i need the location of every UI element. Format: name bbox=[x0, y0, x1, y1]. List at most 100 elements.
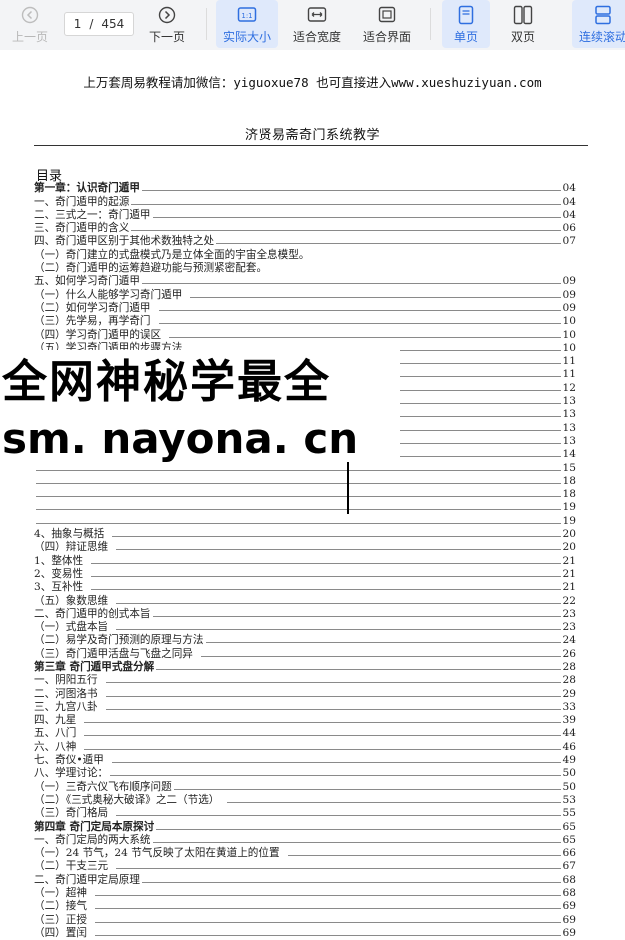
toc-entry-title: 二、河图洛书 bbox=[34, 687, 100, 701]
toc-entry-title: 二、奇门遁甲定局原理 bbox=[34, 873, 142, 887]
chevron-right-icon bbox=[158, 5, 176, 25]
prev-page-button[interactable]: 上一页 bbox=[6, 0, 54, 48]
toc-row[interactable]: 三、奇门遁甲的含义 06 bbox=[34, 222, 576, 236]
toc-entry-title: 五、如何学习奇门遁甲 bbox=[34, 275, 142, 289]
single-page-icon bbox=[458, 5, 474, 25]
toc-row[interactable]: 二、奇门遁甲的创式本旨 23 bbox=[34, 607, 576, 621]
toc-row[interactable]: 2、变易性 21 bbox=[34, 567, 576, 581]
continuous-scroll-button[interactable]: 连续滚动 bbox=[572, 0, 625, 48]
toc-row[interactable]: （四）学习奇门遁甲的误区 10 bbox=[34, 328, 576, 342]
toc-entry-title: 一、奇门遁甲的起源 bbox=[34, 195, 132, 209]
toc-row[interactable]: （三）奇门遁甲活盘与飞盘之同异 26 bbox=[34, 647, 576, 661]
toc-row[interactable]: 七、奇仪•遁甲 49 bbox=[34, 754, 576, 768]
toc-leader-line bbox=[200, 655, 561, 657]
toc-row[interactable]: 二、河图洛书 29 bbox=[34, 687, 576, 701]
toc-row[interactable]: （一）什么人能够学习奇门遁甲 09 bbox=[34, 288, 576, 302]
toc-entry-title: 七、奇仪•遁甲 bbox=[34, 754, 106, 768]
toc-row[interactable]: 四、九星 39 bbox=[34, 714, 576, 728]
fit-width-button[interactable]: 适合宽度 bbox=[286, 0, 348, 48]
toc-entry-title: 一、奇门定局的两大系统 bbox=[34, 833, 153, 847]
toc-row[interactable]: 18 bbox=[34, 488, 576, 501]
toc-leader-line bbox=[112, 536, 561, 538]
toc-leader-line bbox=[205, 642, 561, 644]
toc-entry-page: 28 bbox=[562, 674, 576, 687]
toc-row[interactable]: 一、奇门定局的两大系统 65 bbox=[34, 833, 576, 847]
fit-page-icon bbox=[377, 5, 397, 25]
toc-leader-line bbox=[158, 323, 561, 325]
toc-leader-line bbox=[152, 841, 561, 843]
toc-entry-title: 五、八门 bbox=[34, 727, 79, 741]
toc-row[interactable]: （二）易学及奇门预测的原理与方法 24 bbox=[34, 634, 576, 648]
toc-row[interactable]: 一、阴阳五行 28 bbox=[34, 674, 576, 688]
page-number-input[interactable]: 1 / 454 bbox=[64, 12, 134, 36]
toc-entry-page: 11 bbox=[562, 368, 576, 381]
double-page-button[interactable]: 双页 bbox=[498, 0, 548, 48]
toc-row[interactable]: （二）接气 69 bbox=[34, 900, 576, 914]
toc-row[interactable]: 3、互补性 21 bbox=[34, 581, 576, 595]
actual-size-button[interactable]: 1:1 实际大小 bbox=[216, 0, 278, 48]
toc-row[interactable]: 19 bbox=[34, 514, 576, 527]
toc-row[interactable]: 第一章：认识奇门遁甲 04 bbox=[34, 182, 576, 196]
toc-row[interactable]: （二）《三式奥秘大破译》之二（节选） 53 bbox=[34, 793, 576, 807]
toc-leader-line bbox=[190, 296, 561, 298]
toc-row[interactable]: 1、整体性 21 bbox=[34, 554, 576, 568]
toc-entry-title: （三）奇门遁甲活盘与飞盘之同异 bbox=[34, 647, 195, 661]
toc-row[interactable]: （三）正授 69 bbox=[34, 913, 576, 927]
toc-leader-line bbox=[105, 708, 561, 710]
toc-row[interactable]: （四）置闰 69 bbox=[34, 926, 576, 940]
toc-row[interactable]: （一）超神 68 bbox=[34, 887, 576, 901]
toc-row[interactable]: （二）如何学习奇门遁甲 09 bbox=[34, 301, 576, 315]
next-page-button[interactable]: 下一页 bbox=[142, 0, 192, 48]
toc-row[interactable]: （一）奇门建立的式盘模式乃是立体全面的宇宙全息模型。 bbox=[34, 248, 576, 262]
toc-row[interactable]: （一）24 节气，24 节气反映了太阳在黄道上的位置 66 bbox=[34, 847, 576, 861]
toc-entry-page: 12 bbox=[562, 381, 576, 394]
toc-row[interactable]: 4、抽象与概括 20 bbox=[34, 528, 576, 542]
table-of-contents: 第一章：认识奇门遁甲 04 一、奇门遁甲的起源 04 二、三式之一：奇门遁甲 04 三、奇门… bbox=[34, 182, 576, 940]
toc-leader-line bbox=[36, 482, 561, 484]
toc-entry-page: 28 bbox=[562, 660, 576, 673]
toc-entry-page: 20 bbox=[562, 528, 576, 541]
toc-entry-page: 44 bbox=[562, 727, 576, 740]
toc-row[interactable]: 二、奇门遁甲定局原理 68 bbox=[34, 873, 576, 887]
toc-row[interactable]: 18 bbox=[34, 475, 576, 488]
toc-row[interactable]: 五、八门 44 bbox=[34, 727, 576, 741]
toc-entry-page: 11 bbox=[562, 355, 576, 368]
fit-width-label: 适合宽度 bbox=[292, 30, 341, 44]
toc-leader-line bbox=[216, 243, 561, 245]
toc-row[interactable]: （五）象数思维 22 bbox=[34, 594, 576, 608]
toc-row[interactable]: 第三章 奇门遁甲式盘分解 28 bbox=[34, 660, 576, 674]
toc-leader-line bbox=[173, 788, 561, 790]
toc-row[interactable]: （四）辩证思维 20 bbox=[34, 541, 576, 555]
toc-row[interactable]: 一、奇门遁甲的起源 04 bbox=[34, 195, 576, 209]
toc-row[interactable]: （二）奇门遁甲的运筹趋避功能与预测紧密配套。 bbox=[34, 262, 576, 276]
toc-row[interactable]: 八、学理讨论： 50 bbox=[34, 767, 576, 781]
toc-entry-title: （三）先学易，再学奇门 bbox=[34, 315, 153, 329]
single-page-button[interactable]: 单页 bbox=[442, 0, 490, 48]
toc-entry-title: （二）如何学习奇门遁甲 bbox=[34, 301, 153, 315]
toc-leader-line bbox=[227, 801, 561, 803]
toc-row[interactable]: 三、九宫八卦 33 bbox=[34, 700, 576, 714]
toc-row[interactable]: 五、如何学习奇门遁甲 09 bbox=[34, 275, 576, 289]
title-rule bbox=[34, 145, 588, 146]
toc-row[interactable]: 四、奇门遁甲区别于其他术数独特之处 07 bbox=[34, 235, 576, 249]
toc-row[interactable]: （二）干支三元 67 bbox=[34, 860, 576, 874]
toc-row[interactable]: （三）奇门格局 55 bbox=[34, 807, 576, 821]
toc-entry-title: 1、整体性 bbox=[34, 554, 86, 568]
toc-leader-line bbox=[131, 203, 561, 205]
toc-entry-page: 04 bbox=[562, 208, 576, 221]
toc-entry-title: 八、学理讨论： bbox=[34, 767, 111, 781]
toc-row[interactable]: 二、三式之一：奇门遁甲 04 bbox=[34, 208, 576, 222]
toc-entry-page: 06 bbox=[562, 222, 576, 235]
toc-leader-line bbox=[111, 762, 561, 764]
toc-row[interactable]: 19 bbox=[34, 501, 576, 514]
toc-row[interactable]: （一）三奇六仪飞布顺序问题 50 bbox=[34, 780, 576, 794]
toc-row[interactable]: （三）先学易，再学奇门 10 bbox=[34, 315, 576, 329]
toc-row[interactable]: （一）式盘本旨 23 bbox=[34, 621, 576, 635]
toc-row[interactable]: 第四章 奇门定局本原探讨 65 bbox=[34, 820, 576, 834]
toc-row[interactable]: 六、八神 46 bbox=[34, 740, 576, 754]
fit-page-button[interactable]: 适合界面 bbox=[356, 0, 418, 48]
toc-entry-title: 第四章 奇门定局本原探讨 bbox=[34, 820, 157, 834]
toc-entry-title: 第三章 奇门遁甲式盘分解 bbox=[34, 660, 157, 674]
toc-entry-page: 67 bbox=[562, 860, 576, 873]
actual-size-label: 实际大小 bbox=[222, 30, 271, 44]
